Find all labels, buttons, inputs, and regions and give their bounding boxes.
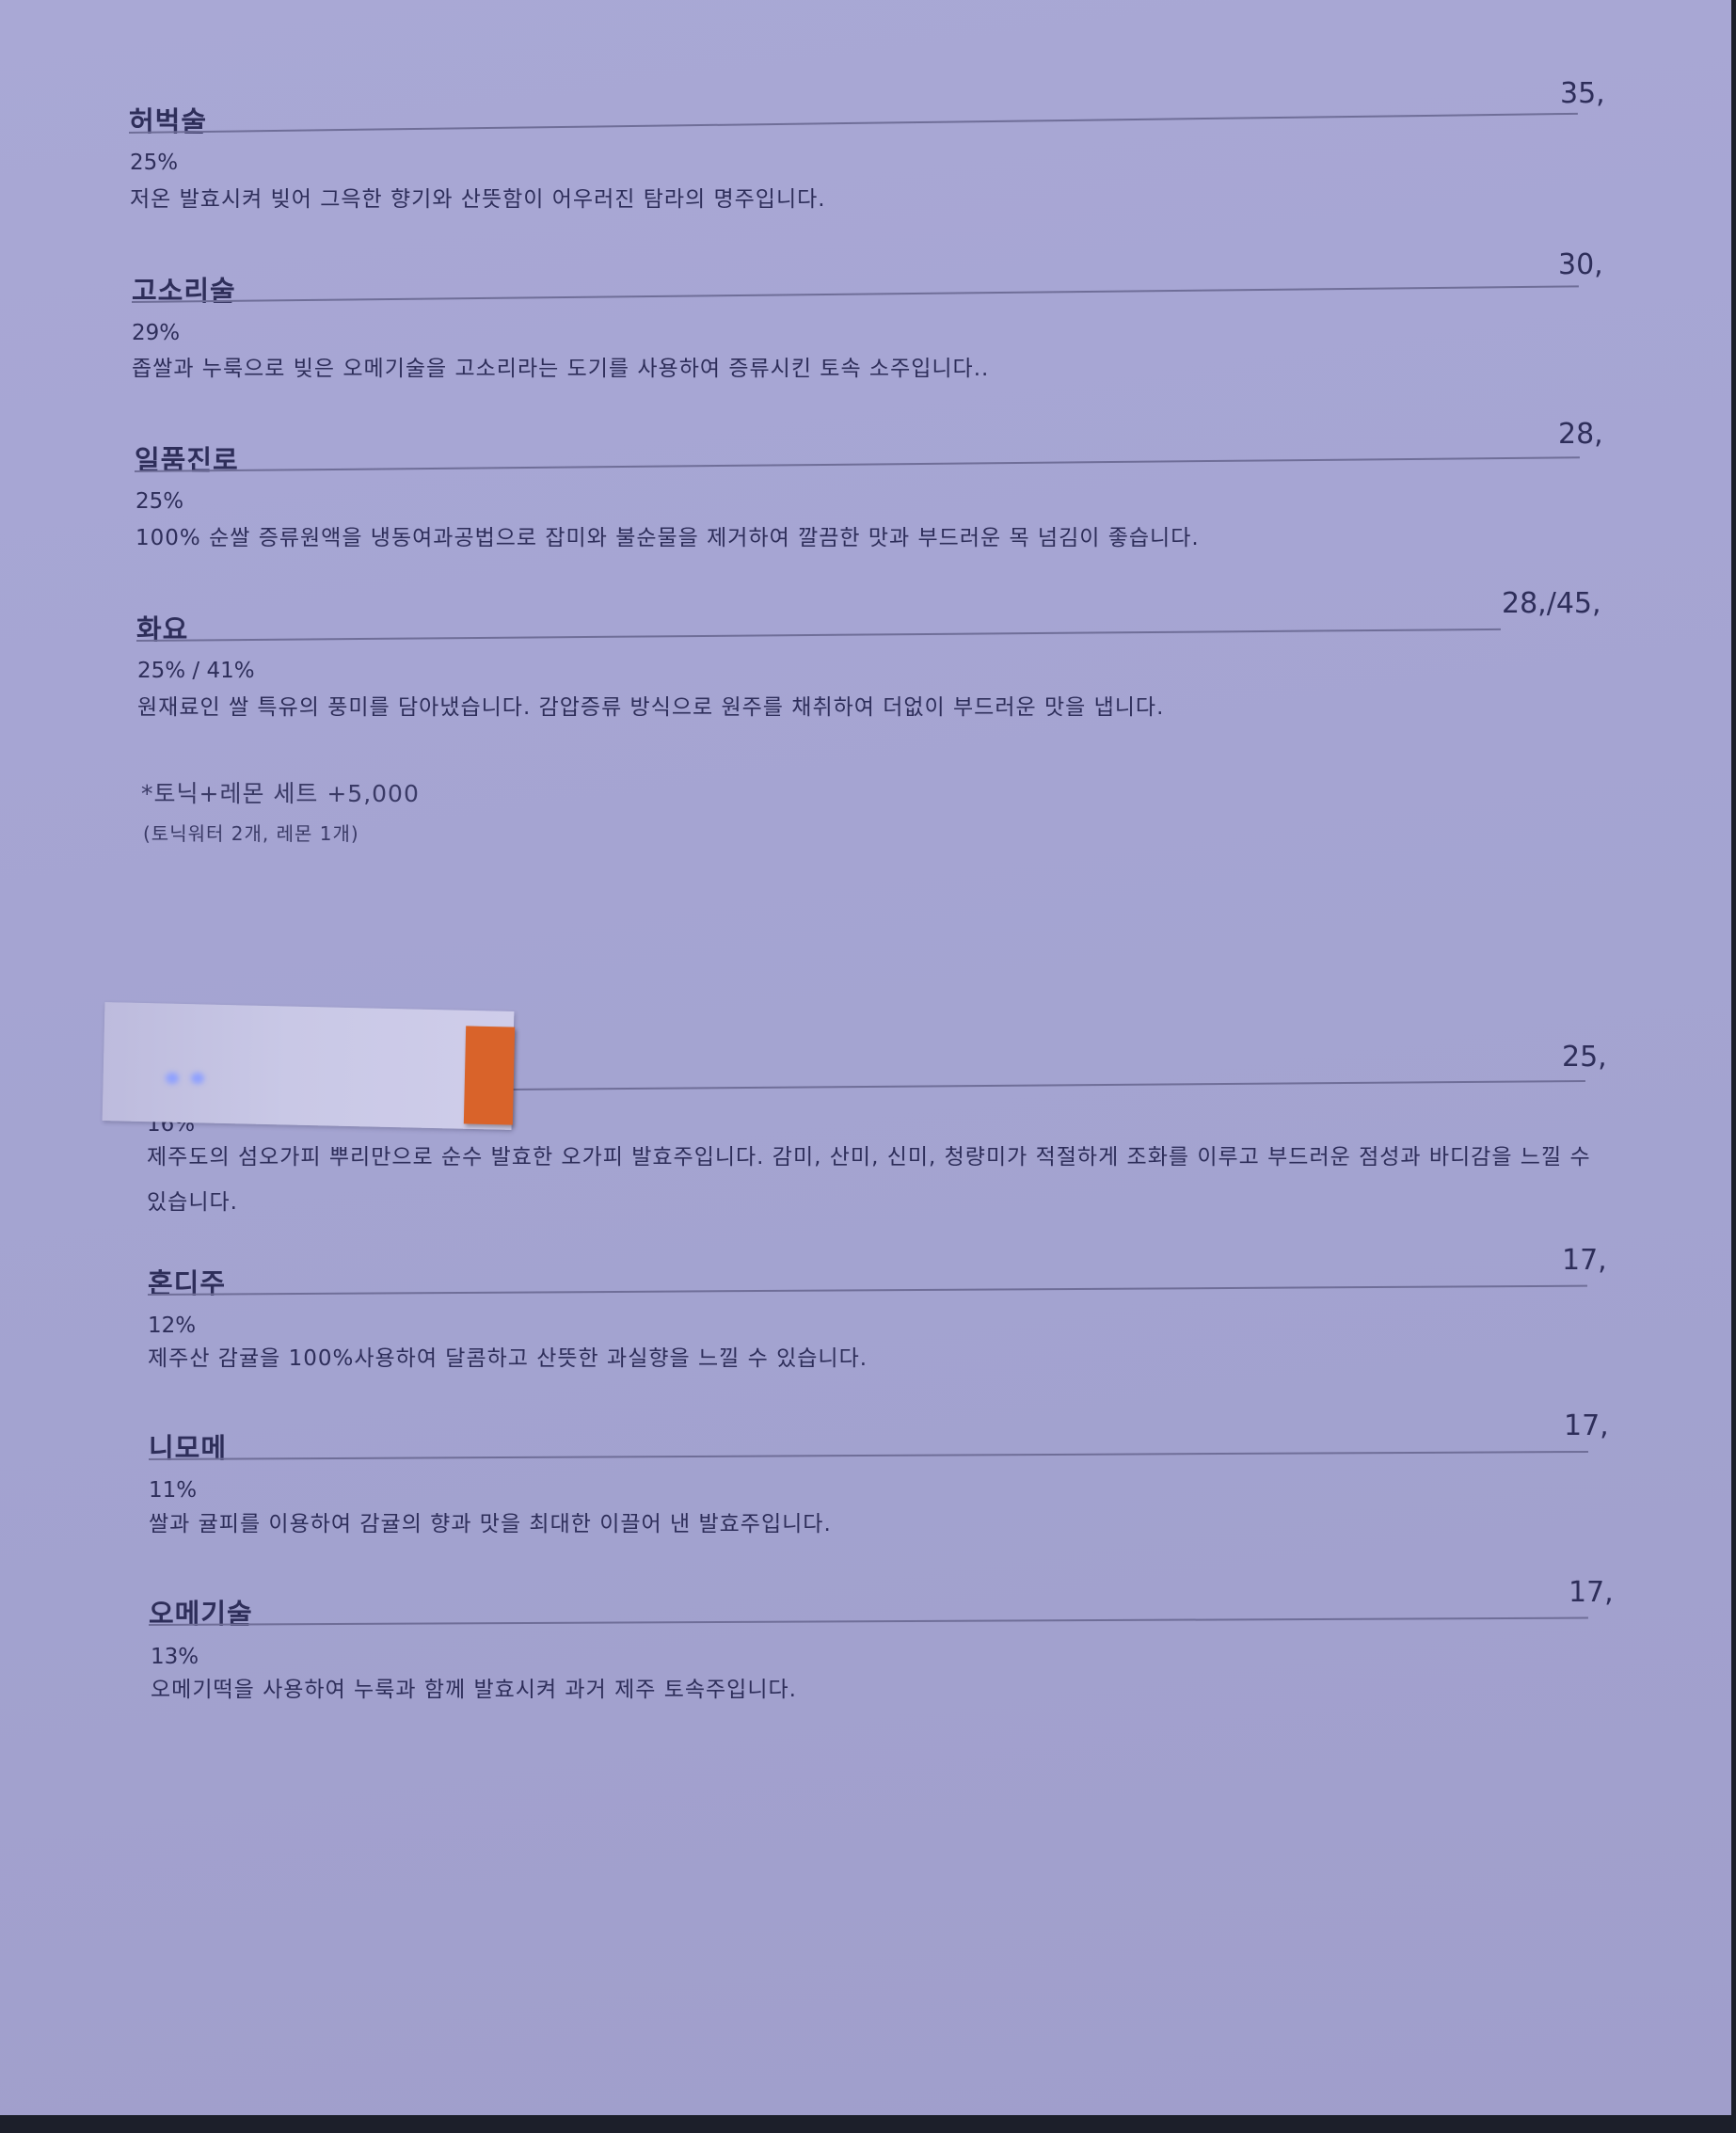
item-description: 오메기떡을 사용하여 누룩과 함께 발효시켜 과거 제주 토속주입니다. bbox=[151, 1678, 797, 1702]
divider-line bbox=[148, 1616, 1588, 1626]
item-price: 28,/45, bbox=[1502, 587, 1601, 620]
tonic-set-note: (토닉워터 2개, 레몬 1개) bbox=[143, 822, 359, 845]
item-description: 저온 발효시켜 빚어 그윽한 향기와 산뜻함이 어우러진 탐라의 명주입니다. bbox=[130, 187, 826, 212]
divider-line bbox=[148, 1450, 1588, 1460]
item-price: 25, bbox=[1562, 1041, 1607, 1074]
item-abv: 29% bbox=[132, 321, 181, 345]
tape-tab bbox=[463, 1026, 516, 1125]
item-description: 원재료인 쌀 특유의 풍미를 담아냈습니다. 감압증류 방식으로 원주를 채취하… bbox=[137, 695, 1165, 720]
item-price: 17, bbox=[1564, 1409, 1609, 1442]
divider-line bbox=[147, 1284, 1587, 1296]
divider-line bbox=[131, 285, 1579, 303]
item-abv: 12% bbox=[148, 1313, 197, 1338]
item-description: 제주산 감귤을 100%사용하여 달콤하고 산뜻한 과실향을 느낄 수 있습니다… bbox=[148, 1346, 868, 1371]
item-abv: 11% bbox=[149, 1478, 198, 1503]
item-price: 35, bbox=[1560, 77, 1605, 110]
item-abv: 25% / 41% bbox=[137, 659, 255, 683]
tonic-set-label: *토닉+레몬 세트 +5,000 bbox=[141, 780, 420, 807]
masking-tape bbox=[102, 1002, 515, 1130]
divider-line bbox=[135, 628, 1501, 642]
item-description: 쌀과 귤피를 이용하여 감귤의 향과 맛을 최대한 이끌어 낸 발효주입니다. bbox=[149, 1512, 832, 1536]
item-description: 100% 순쌀 증류원액을 냉동여과공법으로 잡미와 불순물을 제거하여 깔끔한… bbox=[135, 526, 1200, 550]
item-price: 28, bbox=[1558, 418, 1603, 451]
divider-line bbox=[134, 456, 1580, 472]
item-price: 17, bbox=[1562, 1244, 1607, 1277]
item-price: 30, bbox=[1558, 248, 1603, 281]
menu-page: 허벅술 35, 25% 저온 발효시켜 빚어 그윽한 향기와 산뜻함이 어우러진… bbox=[0, 0, 1731, 2115]
item-abv: 25% bbox=[135, 489, 184, 514]
item-abv: 25% bbox=[130, 151, 179, 175]
item-description: 제주도의 섬오가피 뿌리만으로 순수 발효한 오가피 발효주입니다. 감미, 산… bbox=[147, 1145, 1591, 1215]
item-abv: 13% bbox=[151, 1645, 199, 1669]
divider-line bbox=[128, 112, 1578, 134]
blurred-text-mark bbox=[191, 1073, 204, 1084]
item-description: 좁쌀과 누룩으로 빚은 오메기술을 고소리라는 도기를 사용하여 증류시킨 토속… bbox=[132, 357, 990, 381]
blurred-text-mark bbox=[166, 1073, 179, 1084]
item-price: 17, bbox=[1569, 1576, 1614, 1609]
